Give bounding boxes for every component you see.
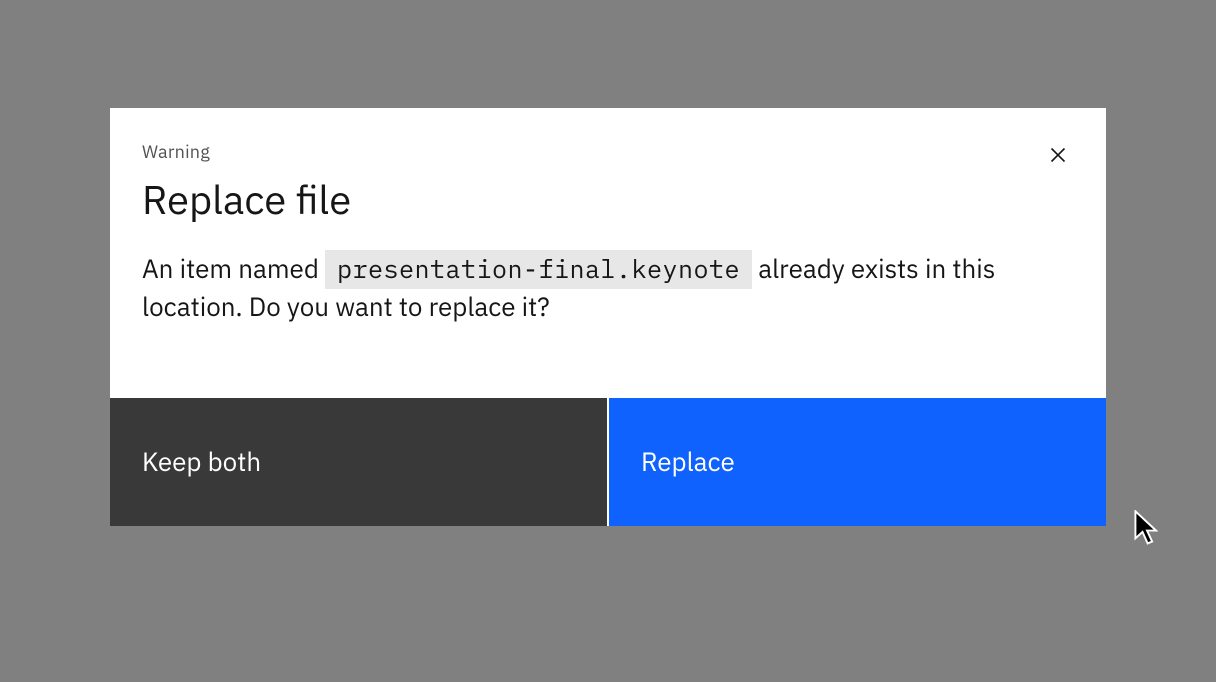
close-icon [1045, 142, 1071, 171]
modal-title: Replace file [142, 175, 1074, 223]
body-text-prefix: An item named [142, 252, 325, 286]
close-button[interactable] [1038, 136, 1078, 176]
mouse-cursor-icon [1134, 510, 1160, 551]
replace-button[interactable]: Replace [609, 398, 1106, 526]
modal-body: An item named presentation-final.keynote… [110, 251, 1106, 398]
modal-footer: Keep both Replace [110, 398, 1106, 526]
filename-chip: presentation-final.keynote [325, 250, 752, 289]
keep-both-button[interactable]: Keep both [110, 398, 607, 526]
modal-label: Warning [142, 140, 1074, 163]
warning-modal: Warning Replace file An item named prese… [110, 108, 1106, 526]
modal-header: Warning Replace file [110, 108, 1106, 251]
